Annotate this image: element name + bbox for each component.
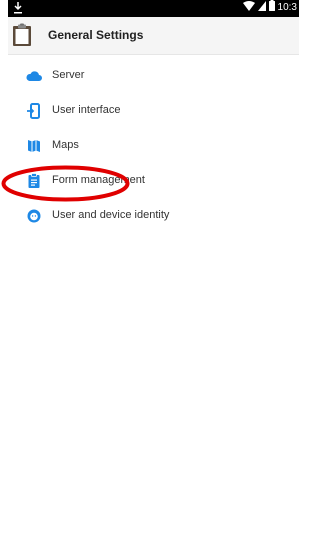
page-title: General Settings xyxy=(48,28,144,42)
user-interface-icon xyxy=(25,102,43,120)
form-management-icon xyxy=(25,172,43,190)
status-icons: 10:3 xyxy=(242,0,297,16)
cloud-icon xyxy=(25,67,43,85)
menu-item-user-and-device-identity[interactable]: User and device identity xyxy=(8,198,299,233)
menu-item-server[interactable]: Server xyxy=(8,58,299,93)
clipboard-icon xyxy=(10,23,34,47)
menu-item-maps[interactable]: Maps xyxy=(8,128,299,163)
wifi-icon xyxy=(242,0,255,16)
status-bar: 10:3 xyxy=(8,0,299,17)
download-icon xyxy=(13,1,23,15)
screen: 10:3 General Settings Server User interf… xyxy=(8,0,299,533)
menu-item-label: Form management xyxy=(52,174,145,186)
signal-icon xyxy=(257,0,266,16)
map-icon xyxy=(25,137,43,155)
clock-text: 10:3 xyxy=(277,2,297,13)
menu-item-user-interface[interactable]: User interface xyxy=(8,93,299,128)
menu-item-form-management[interactable]: Form management xyxy=(8,163,299,198)
app-bar: General Settings xyxy=(8,17,299,55)
settings-menu: Server User interface Maps Form manageme… xyxy=(8,58,299,233)
menu-item-label: User and device identity xyxy=(52,209,170,221)
identity-icon xyxy=(25,207,43,225)
menu-item-label: Server xyxy=(52,69,85,81)
menu-item-label: Maps xyxy=(52,139,79,151)
battery-icon xyxy=(268,0,275,16)
menu-item-label: User interface xyxy=(52,104,121,116)
